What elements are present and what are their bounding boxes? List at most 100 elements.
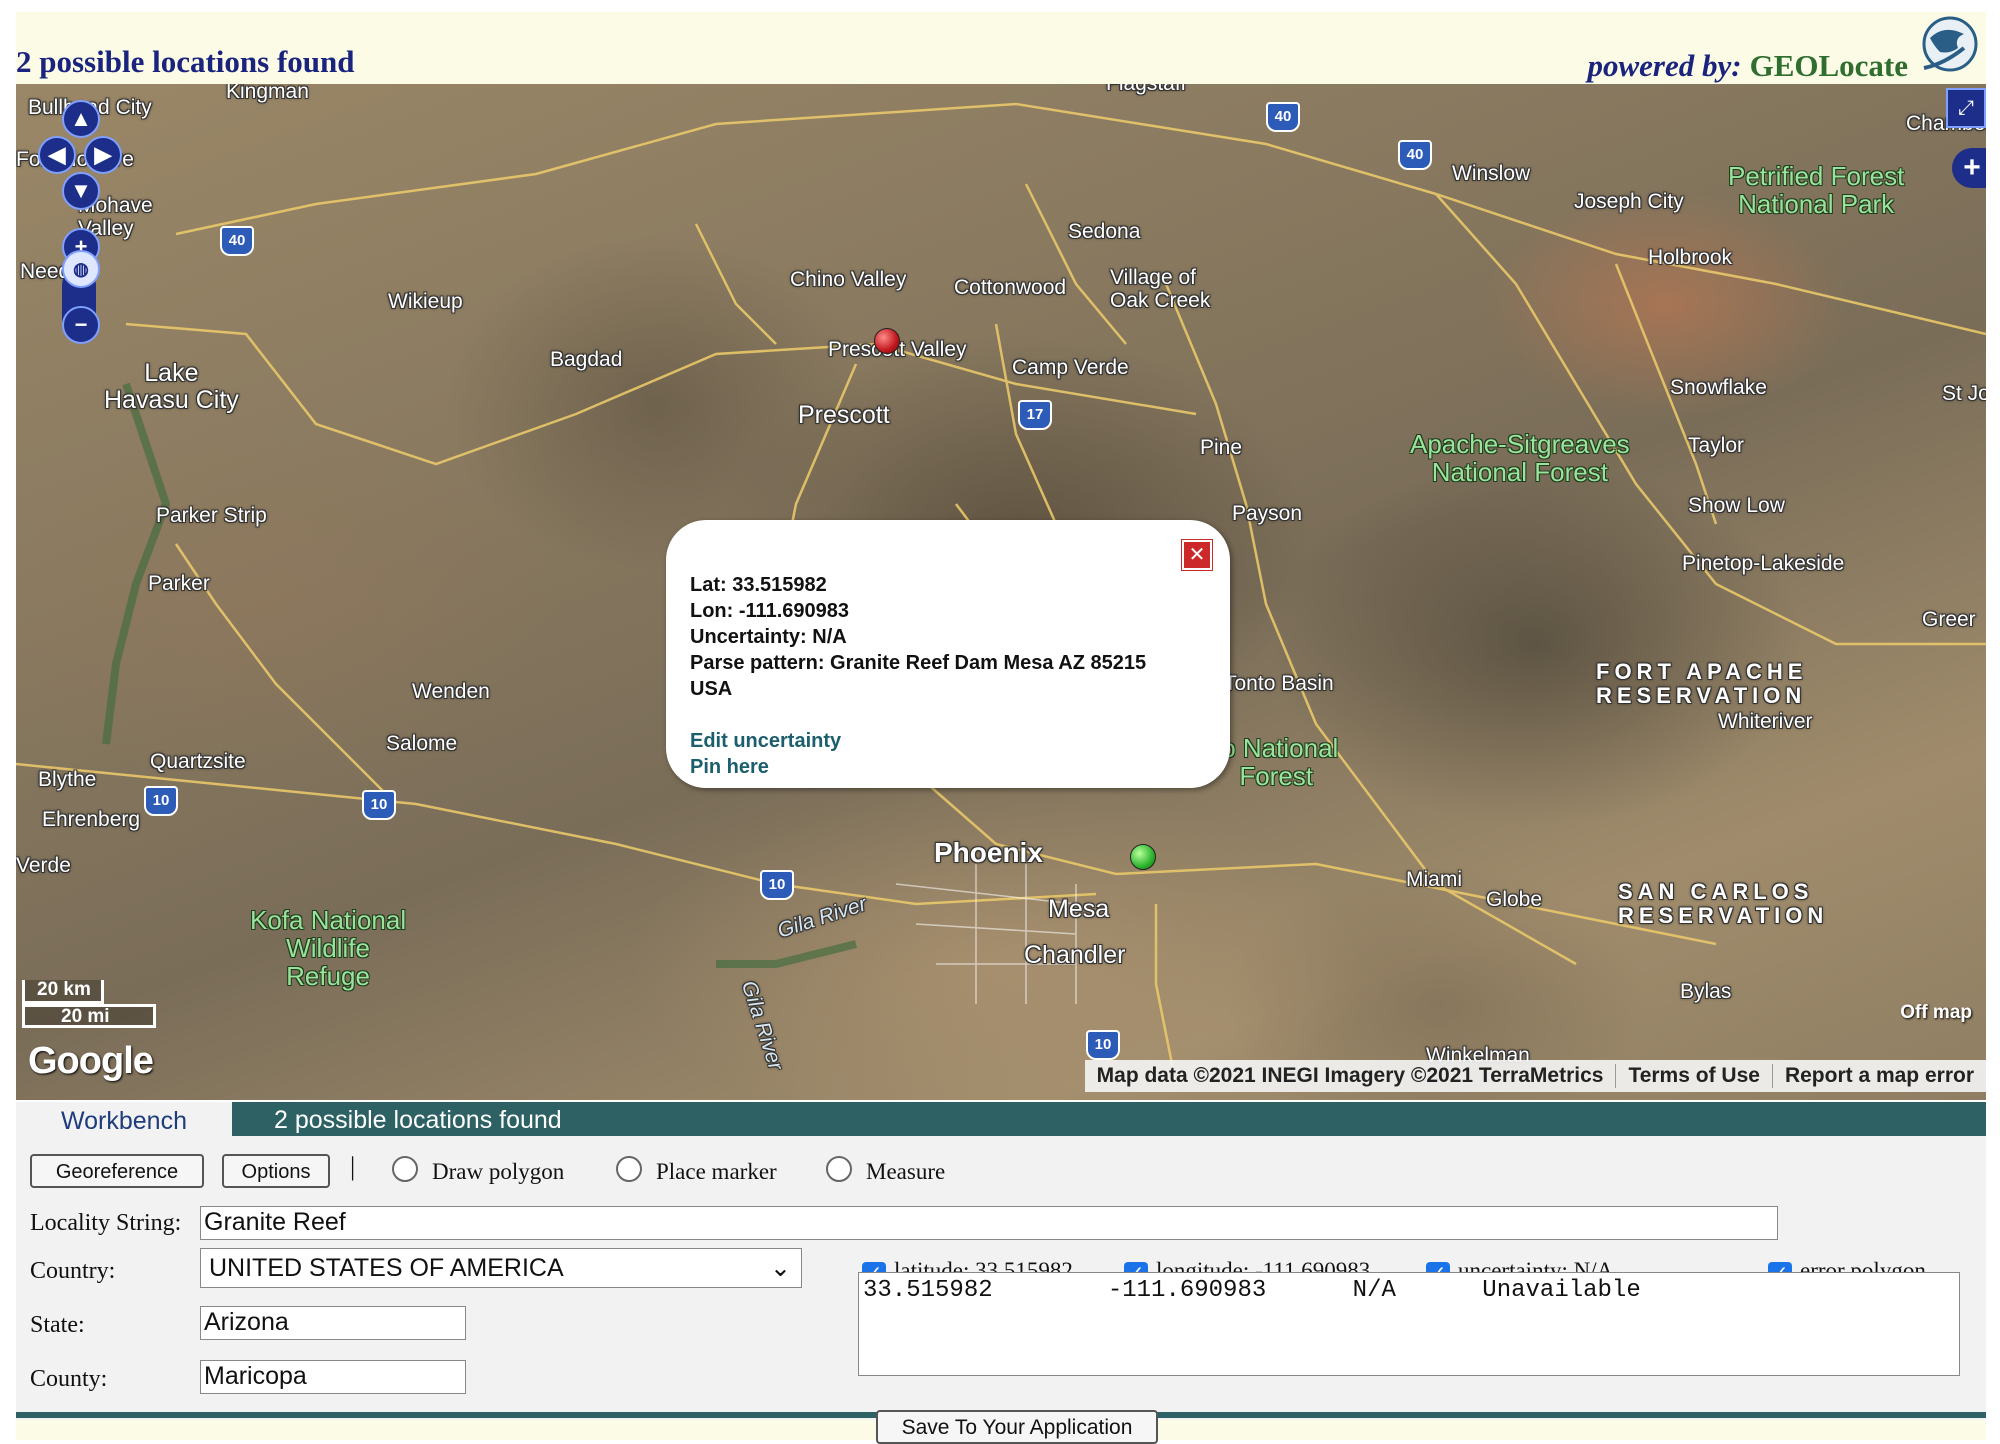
state-label: State: [30, 1312, 85, 1338]
map-label-show-low: Show Low [1688, 494, 1785, 517]
report-map-error-link[interactable]: Report a map error [1773, 1064, 1986, 1088]
highway-shield: 10 [144, 786, 178, 816]
pan-left-icon[interactable]: ◀ [38, 136, 76, 174]
tab-workbench[interactable]: Workbench [16, 1102, 232, 1138]
toolbar-separator: | [350, 1152, 356, 1181]
map-label-salome: Salome [386, 732, 458, 755]
draw-polygon-radio[interactable] [392, 1156, 418, 1182]
location-marker-alternate[interactable] [874, 328, 900, 354]
pan-down-icon[interactable]: ▼ [62, 172, 100, 210]
map-label-taylor: Taylor [1688, 434, 1745, 457]
powered-by: powered by: GEOLocate [1587, 48, 1908, 84]
map-label-cottonwood: Cottonwood [954, 276, 1067, 299]
map-label-wenden: Wenden [412, 680, 490, 703]
expand-map-icon[interactable]: ⤢ [1946, 88, 1986, 128]
map-label-winslow: Winslow [1452, 162, 1531, 185]
map-label-lake-havasu-city: Lake Havasu City [104, 359, 239, 414]
map-label-prescott: Prescott [798, 401, 890, 429]
map-view[interactable]: Bullhead City Kingman Fort Mohave Mohave… [16, 84, 1986, 1100]
close-icon[interactable]: ✕ [1182, 540, 1212, 570]
map-label-oak-creek: Village of Oak Creek [1110, 266, 1211, 312]
draw-polygon-option[interactable]: Draw polygon [392, 1156, 564, 1185]
pin-here-link[interactable]: Pin here [690, 754, 1190, 780]
map-label-bylas: Bylas [1680, 980, 1732, 1003]
draw-polygon-label: Draw polygon [432, 1159, 565, 1184]
map-label-joseph-city: Joseph City [1574, 190, 1684, 213]
popup-content: Lat: 33.515982 Lon: -111.690983 Uncertai… [690, 572, 1190, 780]
place-marker-radio[interactable] [616, 1156, 642, 1182]
map-label-chandler: Chandler [1024, 941, 1126, 969]
options-button[interactable]: Options [222, 1154, 330, 1188]
map-label-tonto-forest: to National Forest [1214, 733, 1339, 791]
chevron-down-icon: ⌄ [770, 1254, 791, 1282]
map-label-pinetop-lakeside: Pinetop-Lakeside [1682, 552, 1845, 575]
location-popup: ✕ Lat: 33.515982 Lon: -111.690983 Uncert… [666, 520, 1230, 788]
map-navigation: ▲ ◀ ▶ ▼ + ◍ − [38, 100, 122, 350]
pan-right-icon[interactable]: ▶ [84, 136, 122, 174]
place-marker-label: Place marker [656, 1159, 777, 1184]
popup-uncertainty: Uncertainty: N/A [690, 626, 847, 648]
off-map-indicator[interactable]: Off map [1900, 1002, 1972, 1024]
map-label-globe: Globe [1486, 888, 1543, 911]
map-label-parker-strip: Parker Strip [156, 504, 267, 527]
map-label-chino-valley: Chino Valley [790, 268, 907, 291]
map-label-fort-apache-reservation: FORT APACHE RESERVATION [1596, 659, 1808, 708]
map-data-credit: Map data ©2021 INEGI Imagery ©2021 Terra… [1085, 1064, 1617, 1088]
highway-shield: 10 [1086, 1030, 1120, 1060]
map-label-kingman: Kingman [226, 84, 309, 103]
country-select[interactable]: UNITED STATES OF AMERICA ⌄ [200, 1248, 802, 1288]
zoom-out-icon[interactable]: − [62, 306, 100, 344]
map-label-miami: Miami [1406, 868, 1462, 891]
popup-parse-pattern: Parse pattern: Granite Reef Dam Mesa AZ … [690, 652, 1147, 700]
header-bar: 2 possible locations found powered by: GE… [16, 12, 1986, 84]
locality-input[interactable]: Granite Reef [200, 1206, 1778, 1240]
map-label-phoenix: Phoenix [934, 837, 1043, 868]
map-label-st-johns: St Jo [1942, 382, 1986, 405]
map-label-tonto-basin: Tonto Basin [1224, 672, 1334, 695]
geolocate-logo-icon [1922, 16, 1978, 72]
pan-up-icon[interactable]: ▲ [62, 100, 100, 138]
globe-icon[interactable]: ◍ [62, 250, 100, 288]
map-label-blythe: Blythe [38, 768, 97, 791]
measure-label: Measure [866, 1159, 946, 1184]
georeference-button[interactable]: Georeference [30, 1154, 204, 1188]
map-label-whiteriver: Whiteriver [1718, 710, 1813, 733]
measure-radio[interactable] [826, 1156, 852, 1182]
terms-of-use-link[interactable]: Terms of Use [1616, 1064, 1773, 1088]
highway-shield: 40 [1398, 140, 1432, 170]
map-label-bagdad: Bagdad [550, 348, 623, 371]
location-marker-selected[interactable] [1130, 844, 1156, 870]
highway-shield: 10 [760, 870, 794, 900]
map-label-verde: Verde [16, 854, 71, 877]
highway-shield: 40 [1266, 102, 1300, 132]
map-label-camp-verde: Camp Verde [1012, 356, 1129, 379]
edit-uncertainty-link[interactable]: Edit uncertainty [690, 728, 1190, 754]
map-label-san-carlos-reservation: SAN CARLOS RESERVATION [1618, 879, 1829, 928]
scale-mi: 20 mi [22, 1004, 156, 1028]
map-label-kofa-refuge: Kofa National Wildlife Refuge [250, 905, 407, 991]
map-scale: 20 km 20 mi [22, 980, 156, 1028]
results-textarea[interactable]: 33.515982 -111.690983 N/A Unavailable [858, 1272, 1960, 1376]
map-label-sedona: Sedona [1068, 220, 1141, 243]
workbench-panel: Workbench 2 possible locations found Geo… [16, 1102, 1986, 1420]
place-marker-option[interactable]: Place marker [616, 1156, 777, 1185]
popup-lon: Lon: -111.690983 [690, 600, 849, 622]
results-count-title: 2 possible locations found [16, 44, 355, 79]
country-label: Country: [30, 1258, 116, 1284]
geolocate-app: 2 possible locations found powered by: GE… [16, 12, 1986, 1444]
country-value: UNITED STATES OF AMERICA [209, 1254, 564, 1282]
map-label-wikieup: Wikieup [388, 290, 463, 313]
map-label-parker: Parker [148, 572, 210, 595]
measure-option[interactable]: Measure [826, 1156, 945, 1185]
layer-switcher-icon[interactable]: + [1952, 148, 1986, 188]
map-label-petrified-forest: Petrified Forest National Park [1728, 161, 1905, 219]
map-label-flagstaff: Flagstaff [1106, 84, 1186, 95]
state-input[interactable]: Arizona [200, 1306, 466, 1340]
map-attribution: Map data ©2021 INEGI Imagery ©2021 Terra… [1084, 1060, 1986, 1092]
save-to-application-button[interactable]: Save To Your Application [876, 1410, 1158, 1444]
tab-results-info[interactable]: 2 possible locations found [274, 1102, 562, 1136]
map-label-holbrook: Holbrook [1648, 246, 1733, 269]
county-input[interactable]: Maricopa [200, 1360, 466, 1394]
map-label-mesa: Mesa [1048, 895, 1110, 923]
highway-shield: 10 [362, 790, 396, 820]
